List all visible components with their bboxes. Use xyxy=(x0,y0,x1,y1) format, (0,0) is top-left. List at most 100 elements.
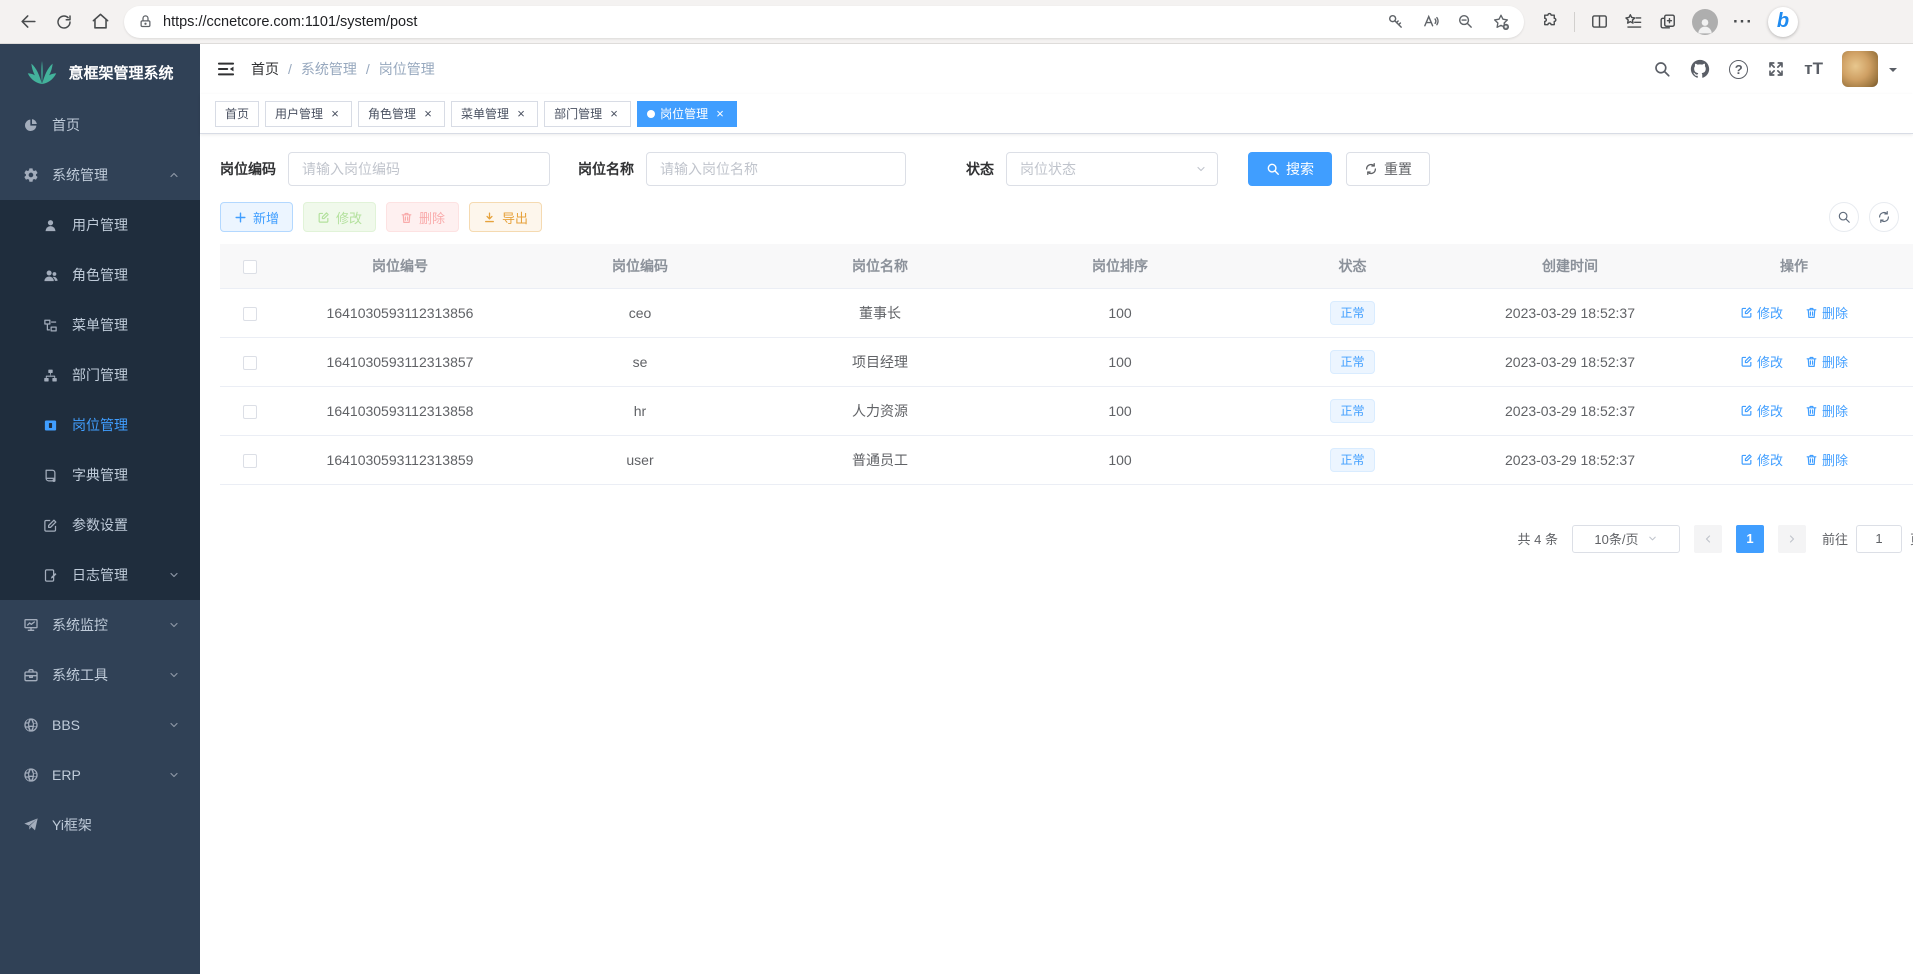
table-toolbar: 新增 修改 删除 导出 xyxy=(220,202,1913,232)
sidebar-item-dept-mgmt[interactable]: 部门管理 xyxy=(0,350,200,400)
status-badge: 正常 xyxy=(1330,301,1374,325)
browser-home-button[interactable] xyxy=(82,5,118,39)
sidebar-item-system-monitor[interactable]: 系统监控 xyxy=(0,600,200,650)
browser-profile-avatar[interactable] xyxy=(1692,9,1718,35)
row-delete-link[interactable]: 删除 xyxy=(1805,450,1848,469)
collapse-sidebar-icon[interactable] xyxy=(216,59,236,79)
row-delete-link[interactable]: 删除 xyxy=(1805,401,1848,420)
bing-copilot-icon[interactable]: b xyxy=(1768,7,1798,37)
row-checkbox[interactable] xyxy=(243,356,257,370)
breadcrumb-home[interactable]: 首页 xyxy=(251,59,279,79)
sidebar-item-system-mgmt[interactable]: 系统管理 xyxy=(0,150,200,200)
cell-create-time: 2023-03-29 18:52:37 xyxy=(1465,337,1675,386)
menu-tree-icon xyxy=(42,318,59,333)
user-icon xyxy=(42,218,59,233)
page-size-select[interactable]: 10条/页 xyxy=(1572,525,1680,553)
row-edit-link[interactable]: 修改 xyxy=(1740,303,1783,322)
collections-icon[interactable] xyxy=(1658,12,1677,31)
browser-back-button[interactable] xyxy=(10,5,46,39)
app-title: 意框架管理系统 xyxy=(68,62,173,83)
close-icon[interactable]: × xyxy=(713,107,727,121)
github-icon[interactable] xyxy=(1690,59,1710,79)
breadcrumb: 首页 / 系统管理 / 岗位管理 xyxy=(251,59,435,79)
row-checkbox[interactable] xyxy=(243,307,257,321)
toggle-search-button[interactable] xyxy=(1829,202,1859,232)
browser-more-menu-icon[interactable]: ··· xyxy=(1733,12,1753,32)
breadcrumb-system: 系统管理 xyxy=(301,59,357,79)
refresh-table-button[interactable] xyxy=(1869,202,1899,232)
delete-button[interactable]: 删除 xyxy=(386,202,459,232)
trash-icon xyxy=(1805,404,1818,417)
sidebar-item-yi-framework[interactable]: Yi框架 xyxy=(0,800,200,850)
col-status: 状态 xyxy=(1240,244,1465,288)
search-icon xyxy=(1266,162,1280,176)
select-all-checkbox[interactable] xyxy=(243,260,257,274)
search-icon[interactable] xyxy=(1653,60,1671,78)
close-icon[interactable]: × xyxy=(328,107,342,121)
sidebar-item-post-mgmt[interactable]: 岗位管理 xyxy=(0,400,200,450)
password-key-icon[interactable] xyxy=(1387,13,1404,30)
goto-page-input[interactable] xyxy=(1856,525,1902,553)
sidebar-item-home[interactable]: 首页 xyxy=(0,100,200,150)
row-checkbox[interactable] xyxy=(243,454,257,468)
tab-home[interactable]: 首页 xyxy=(215,101,259,127)
row-delete-link[interactable]: 删除 xyxy=(1805,352,1848,371)
prev-page-button[interactable] xyxy=(1694,525,1722,553)
tab-menu-mgmt[interactable]: 菜单管理 × xyxy=(451,101,538,127)
row-checkbox[interactable] xyxy=(243,405,257,419)
chevron-down-icon xyxy=(168,569,180,581)
row-edit-link[interactable]: 修改 xyxy=(1740,401,1783,420)
export-button[interactable]: 导出 xyxy=(469,202,542,232)
tab-user-mgmt[interactable]: 用户管理 × xyxy=(265,101,352,127)
read-aloud-icon[interactable] xyxy=(1422,13,1439,30)
url-text[interactable]: https://ccnetcore.com:1101/system/post xyxy=(163,14,1387,30)
fullscreen-icon[interactable] xyxy=(1767,60,1785,78)
close-icon[interactable]: × xyxy=(421,107,435,121)
tab-dept-mgmt[interactable]: 部门管理 × xyxy=(544,101,631,127)
sidebar-item-menu-mgmt[interactable]: 菜单管理 xyxy=(0,300,200,350)
address-bar[interactable]: https://ccnetcore.com:1101/system/post xyxy=(124,6,1524,38)
user-avatar[interactable] xyxy=(1842,51,1878,87)
status-select[interactable]: 岗位状态 xyxy=(1006,152,1218,186)
edit-button[interactable]: 修改 xyxy=(303,202,376,232)
extensions-icon[interactable] xyxy=(1540,12,1559,31)
sidebar-item-system-tools[interactable]: 系统工具 xyxy=(0,650,200,700)
post-name-input[interactable] xyxy=(646,152,906,186)
sidebar-item-log-mgmt[interactable]: 日志管理 xyxy=(0,550,200,600)
favorites-icon[interactable] xyxy=(1624,12,1643,31)
help-icon[interactable]: ? xyxy=(1729,60,1748,79)
sidebar-item-param-settings[interactable]: 参数设置 xyxy=(0,500,200,550)
row-edit-link[interactable]: 修改 xyxy=(1740,450,1783,469)
sidebar-item-erp[interactable]: ERP xyxy=(0,750,200,800)
sidebar-item-dict-mgmt[interactable]: 字典管理 xyxy=(0,450,200,500)
caret-down-icon[interactable] xyxy=(1889,68,1897,76)
zoom-out-icon[interactable] xyxy=(1457,13,1474,30)
dashboard-icon xyxy=(22,117,39,133)
lock-icon[interactable] xyxy=(138,14,153,29)
trash-icon xyxy=(400,211,413,224)
page-number-button[interactable]: 1 xyxy=(1736,525,1764,553)
search-button[interactable]: 搜索 xyxy=(1248,152,1332,186)
add-favorite-star-icon[interactable] xyxy=(1492,13,1510,31)
next-page-button[interactable] xyxy=(1778,525,1806,553)
search-form: 岗位编码 岗位名称 状态 岗位状态 搜索 xyxy=(220,152,1913,186)
tab-post-mgmt[interactable]: 岗位管理 × xyxy=(637,101,737,127)
row-delete-link[interactable]: 删除 xyxy=(1805,303,1848,322)
post-code-input[interactable] xyxy=(288,152,550,186)
sidebar-item-bbs[interactable]: BBS xyxy=(0,700,200,750)
browser-refresh-button[interactable] xyxy=(46,5,82,39)
sidebar-item-user-mgmt[interactable]: 用户管理 xyxy=(0,200,200,250)
reset-button[interactable]: 重置 xyxy=(1346,152,1430,186)
cell-create-time: 2023-03-29 18:52:37 xyxy=(1465,386,1675,435)
sidebar-item-role-mgmt[interactable]: 角色管理 xyxy=(0,250,200,300)
split-screen-icon[interactable] xyxy=(1590,12,1609,31)
row-edit-link[interactable]: 修改 xyxy=(1740,352,1783,371)
status-label: 状态 xyxy=(966,159,994,179)
close-icon[interactable]: × xyxy=(607,107,621,121)
text-size-icon[interactable]: тT xyxy=(1804,59,1823,79)
post-name-label: 岗位名称 xyxy=(578,159,634,179)
tab-role-mgmt[interactable]: 角色管理 × xyxy=(358,101,445,127)
refresh-icon xyxy=(1364,162,1378,176)
add-button[interactable]: 新增 xyxy=(220,202,293,232)
close-icon[interactable]: × xyxy=(514,107,528,121)
